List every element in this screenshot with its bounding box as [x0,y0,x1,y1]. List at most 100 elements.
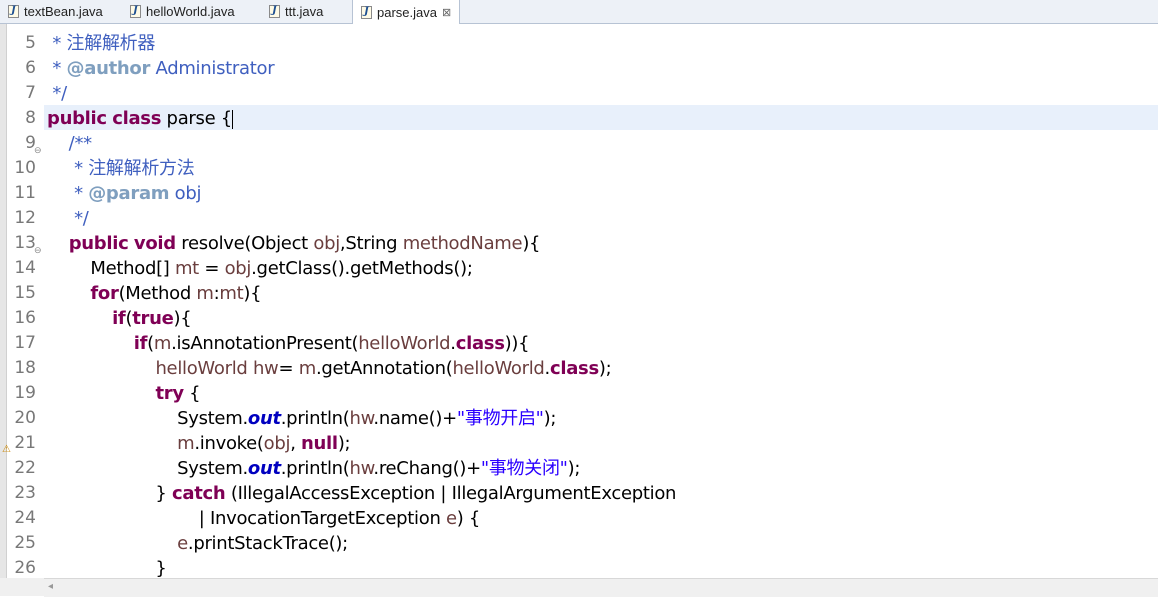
code-text[interactable]: for(Method m:mt){ [47,281,261,306]
scroll-left-arrow-icon[interactable]: ◂ [48,581,53,592]
code-editor[interactable]: 5 * 注解解析器 6 * @author Administrator 7 */8 p… [0,24,1158,579]
code-line: 12 */ [0,206,1158,231]
code-text[interactable]: try { [47,381,200,406]
code-text[interactable]: * 注解解析方法 [47,156,195,181]
line-number: 5 [25,33,36,53]
code-token: { [183,383,201,404]
code-text[interactable]: Method[] mt = obj.getClass().getMethods(… [47,256,473,281]
code-line: 15 for(Method m:mt){ [0,281,1158,306]
code-line: 20 System.out.println(hw.name()+"事物开启"); [0,406,1158,431]
code-token: /** [47,133,92,154]
code-token: mt [219,283,244,304]
code-token: try [155,383,184,404]
code-text[interactable]: System.out.println(hw.name()+"事物开启"); [47,406,556,431]
code-text[interactable]: System.out.println(hw.reChang()+"事物关闭"); [47,456,580,481]
code-token: */ [47,83,67,104]
line-number: 18 [14,358,36,378]
code-token: .getAnnotation( [315,358,453,379]
close-tab-icon[interactable]: ⊠ [442,6,451,19]
code-token: ) { [456,508,481,529]
code-text[interactable]: m.invoke(obj, null); [47,431,350,456]
code-token: e [445,508,457,529]
line-number: 21 [14,433,36,453]
code-token: hw [349,408,374,429]
code-token: class [455,333,505,354]
code-token: obj [263,433,291,454]
code-token: m [177,433,195,454]
code-token: * 注解解析器 [47,33,156,54]
code-token: helloWorld [452,358,545,379]
code-token: null [301,433,338,454]
code-token: .reChang()+ [373,458,481,479]
code-text[interactable]: /** [47,131,92,156]
code-text[interactable]: public void resolve(Object obj,String me… [47,231,541,256]
code-token: "事物关闭" [480,458,568,479]
code-token: * [47,183,89,204]
java-file-icon: J [8,5,19,18]
code-line: 19 try { [0,381,1158,406]
code-token: .println( [280,408,350,429]
code-token: = [278,358,299,379]
code-token: mt [174,258,199,279]
code-token: = [198,258,225,279]
tab-helloworld[interactable]: J helloWorld.java [130,0,235,23]
code-line: 23 } catch (IllegalAccessException | Ill… [0,481,1158,506]
code-text[interactable]: public class parse { [47,106,233,131]
code-text[interactable]: */ [47,206,89,231]
code-token: ); [337,433,351,454]
code-token: if [112,308,126,329]
code-text[interactable]: if(true){ [47,306,192,331]
code-text[interactable]: } catch (IllegalAccessException | Illega… [47,481,676,506]
code-token: ); [543,408,557,429]
code-token: @param [88,183,170,204]
code-line: 16 if(true){ [0,306,1158,331]
code-token: true [132,308,174,329]
text-caret [231,109,233,129]
line-number: 23 [14,483,36,503]
horizontal-scrollbar[interactable]: ◂ [44,578,1158,597]
code-line: 17 if(m.isAnnotationPresent(helloWorld.c… [0,331,1158,356]
code-text[interactable]: * @author Administrator [47,56,274,81]
code-token: ,String [339,233,403,254]
code-token: System. [47,458,248,479]
code-token: out [247,408,281,429]
code-token: */ [47,208,89,229]
code-text[interactable]: * 注解解析器 [47,31,155,56]
code-text[interactable]: if(m.isAnnotationPresent(helloWorld.clas… [47,331,530,356]
code-text[interactable]: e.printStackTrace(); [47,531,348,556]
code-text[interactable]: */ [47,81,67,106]
code-text[interactable]: | InvocationTargetException e) { [47,506,481,531]
code-token: m [298,358,317,379]
code-token: ){ [243,283,262,304]
code-text[interactable]: * @param obj [47,181,201,206]
line-number: 9 [25,133,36,153]
tab-label: ttt.java [285,4,324,19]
code-token: System. [47,408,248,429]
code-token: parse { [161,108,233,129]
tab-parse[interactable]: J parse.java ⊠ [352,0,461,24]
code-token: ); [598,358,612,379]
scroll-corner [0,578,44,596]
code-line: 25 e.printStackTrace(); [0,531,1158,556]
tab-label: helloWorld.java [146,4,235,19]
code-text[interactable]: helloWorld hw= m.getAnnotation(helloWorl… [47,356,611,381]
tab-ttt[interactable]: J ttt.java [269,0,323,23]
line-number: 17 [14,333,36,353]
line-number: 6 [25,58,36,78]
code-line: 18 helloWorld hw= m.getAnnotation(helloW… [0,356,1158,381]
line-number: 22 [14,458,36,478]
line-number: 7 [25,83,36,103]
tab-textbean[interactable]: J textBean.java [8,0,103,23]
code-token: methodName [402,233,523,254]
code-token: public [68,233,129,254]
code-token: m [196,283,214,304]
line-number: 19 [14,383,36,403]
editor-tab-bar: J textBean.java J helloWorld.java J ttt.… [0,0,1158,24]
code-token: helloWorld [155,358,248,379]
line-number: 16 [14,308,36,328]
